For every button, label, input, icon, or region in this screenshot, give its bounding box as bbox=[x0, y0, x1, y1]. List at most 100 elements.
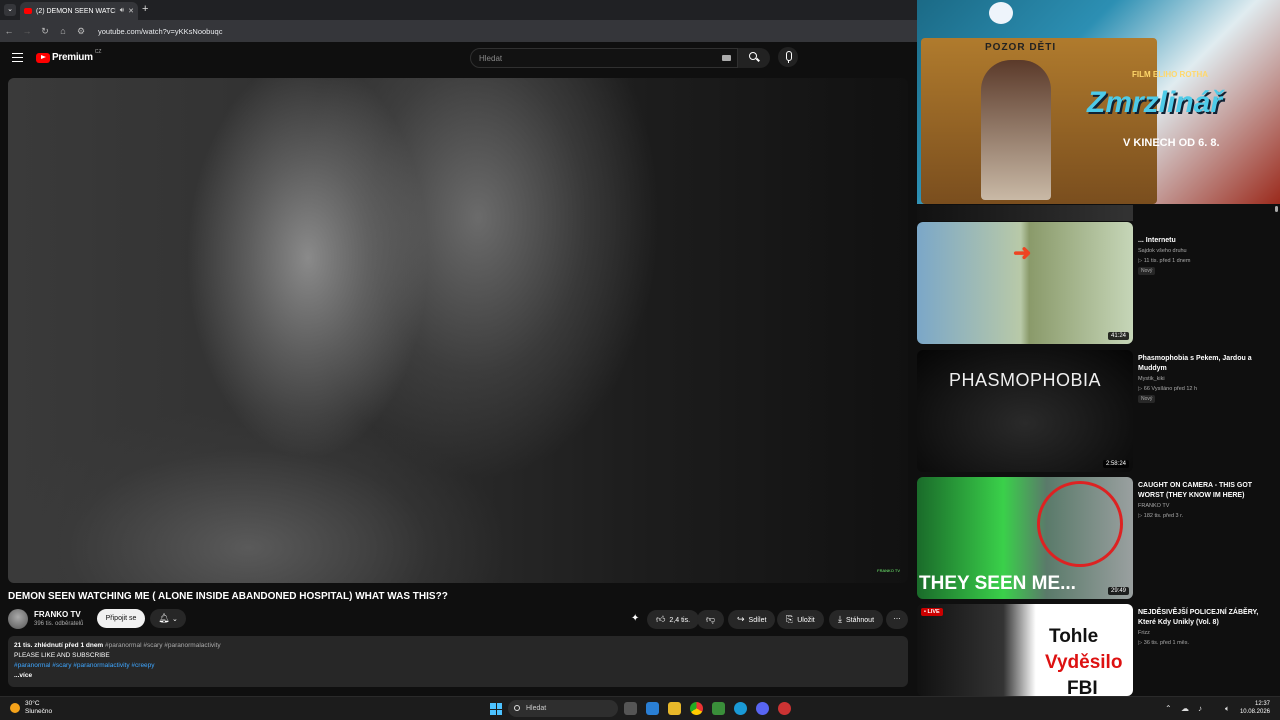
search-button[interactable] bbox=[738, 48, 770, 68]
thumbnail-text-3: FBI bbox=[1067, 678, 1098, 696]
tab-list-button[interactable]: ⌄ bbox=[4, 4, 16, 16]
thumbnail-text: PHASMOPHOBIA bbox=[949, 370, 1102, 390]
channel-avatar[interactable] bbox=[8, 609, 28, 629]
voice-search-icon[interactable] bbox=[778, 47, 798, 67]
tab-close-icon[interactable]: ✕ bbox=[128, 7, 134, 15]
mic-icon[interactable]: ♪ bbox=[1198, 704, 1202, 713]
recommendation-item[interactable]: THEY SEEN ME... 29:49 CAUGHT ON CAMERA -… bbox=[917, 477, 1280, 599]
reload-icon[interactable]: ↻ bbox=[36, 26, 54, 37]
video-thumbnail[interactable]: ➜ 41:24 bbox=[917, 222, 1133, 344]
taskbar-search-label: Hledat bbox=[526, 705, 547, 712]
save-button[interactable]: ⎘ Uložit bbox=[777, 610, 824, 629]
store-icon[interactable] bbox=[712, 702, 725, 715]
speaker-icon[interactable]: 🔊︎ bbox=[120, 7, 124, 15]
join-button[interactable]: Připojit se bbox=[97, 609, 145, 628]
video-duration: 2:58:24 bbox=[1102, 460, 1129, 468]
ad-release: V KINECH OD 6. 8. bbox=[1123, 137, 1220, 149]
recommendation-item[interactable]: ➜ 41:24 ... Internetu Sajdok všeho druhu… bbox=[917, 222, 1280, 346]
recommendation-title: CAUGHT ON CAMERA - THIS GOT WORST (THEY … bbox=[1138, 482, 1253, 499]
recommendation-channel[interactable]: Frizz bbox=[1138, 630, 1150, 636]
cloud-icon[interactable]: ☁ bbox=[1181, 704, 1189, 713]
live-badge: • LIVE bbox=[921, 608, 943, 616]
more-icon: ⋯ bbox=[893, 616, 901, 623]
browser-tab[interactable]: (2) DEMON SEEN WATCHIN 🔊︎ ✕ bbox=[20, 2, 138, 20]
speaker-tray-icon[interactable]: 🔈︎ bbox=[1225, 704, 1230, 714]
channel-name[interactable]: FRANKO TV bbox=[34, 610, 81, 619]
inline-hashtags[interactable]: #paranormal #scary #paranormalactivity bbox=[105, 642, 221, 649]
task-view-icon[interactable] bbox=[624, 702, 637, 715]
bell-icon: 🔔︎ bbox=[158, 613, 170, 623]
recommendation-meta: ▷ 66 Vysíláno před 12 h bbox=[1138, 386, 1198, 392]
taskbar-search[interactable]: Hledat bbox=[508, 700, 618, 717]
recommendation-title: Phasmophobia s Pekem, Jardou a Muddym bbox=[1138, 355, 1252, 372]
dislike-button[interactable]: 👎︎ bbox=[697, 610, 725, 629]
recommendation-item[interactable]: PHASMOPHOBIA 2:58:24 Phasmophobia s Peke… bbox=[917, 350, 1280, 472]
country-code: CZ bbox=[94, 48, 102, 55]
new-badge: Nový bbox=[1138, 267, 1156, 275]
video-player[interactable]: FRANKO TV bbox=[8, 78, 908, 583]
chevron-down-icon: ⌄ bbox=[172, 616, 178, 623]
search-input[interactable]: Hledat bbox=[470, 48, 738, 68]
red-circle bbox=[1037, 481, 1123, 567]
video-thumbnail[interactable]: • LIVE Tohle Vyděsilo FBI bbox=[917, 604, 1133, 696]
keyboard-icon[interactable] bbox=[722, 55, 731, 61]
recommendation-channel[interactable]: Sajdok všeho druhu bbox=[1138, 248, 1187, 254]
site-info-icon[interactable]: ⚙︎ bbox=[72, 26, 90, 37]
download-button[interactable]: ⤓ Stáhnout bbox=[829, 610, 884, 629]
youtube-favicon-icon bbox=[24, 8, 32, 14]
recommendation-channel[interactable]: Mystik_kiki bbox=[1138, 376, 1165, 382]
ad-poster: POZOR DĚTI bbox=[921, 38, 1157, 204]
description-box[interactable]: 21 tis. zhlédnutí před 1 dnem #paranorma… bbox=[8, 636, 908, 687]
scrollbar-thumb[interactable] bbox=[1275, 206, 1278, 212]
new-tab-button[interactable]: + bbox=[142, 3, 148, 15]
thumbnail-text-1: Tohle bbox=[1049, 626, 1099, 647]
menu-icon[interactable] bbox=[12, 53, 23, 62]
recommendation-meta: ▷ 11 tis. před 1 dnem bbox=[1138, 258, 1191, 264]
weather-widget[interactable]: 30°C Slunečno bbox=[25, 700, 52, 716]
forward-icon[interactable]: → bbox=[18, 26, 36, 36]
view-stats: 21 tis. zhlédnutí před 1 dnem bbox=[14, 642, 104, 649]
edge-icon[interactable] bbox=[734, 702, 747, 715]
recommendation-channel[interactable]: FRANKO TV bbox=[1138, 503, 1169, 509]
weather-condition: Slunečno bbox=[25, 708, 53, 715]
weather-sun-icon[interactable] bbox=[10, 703, 20, 713]
ad-banner[interactable]: POZOR DĚTI FILM ELIHO ROTHA Zmrzlinář V … bbox=[917, 0, 1280, 204]
discord-icon[interactable] bbox=[756, 702, 769, 715]
clock[interactable]: 12:37 10.08.2026 bbox=[1240, 700, 1270, 716]
like-count: 2,4 tis. bbox=[669, 617, 691, 624]
recommendation-item[interactable]: • LIVE Tohle Vyděsilo FBI NEJDĚSIVĚJŠÍ P… bbox=[917, 604, 1280, 696]
video-thumbnail[interactable]: THEY SEEN ME... 29:49 bbox=[917, 477, 1133, 599]
search-icon bbox=[514, 705, 520, 711]
back-icon[interactable]: ← bbox=[0, 26, 18, 36]
chrome-icon[interactable] bbox=[690, 702, 703, 715]
more-actions-button[interactable]: ⋯ bbox=[886, 610, 908, 629]
recommendation-title: NEJDĚSIVĚJŠÍ POLICEJNÍ ZÁBĚRY, Které Kdy… bbox=[1138, 609, 1259, 626]
mail-icon[interactable] bbox=[646, 702, 659, 715]
notification-bell-button[interactable]: 🔔︎ ⌄ bbox=[150, 609, 186, 628]
youtube-logo[interactable]: Premium CZ bbox=[36, 48, 102, 63]
like-button[interactable]: 👍︎ 2,4 tis. bbox=[647, 610, 700, 629]
url-field[interactable]: youtube.com/watch?v=yKKsNoobuqc bbox=[98, 27, 222, 36]
description-hashtags[interactable]: #paranormal #scary #paranormalactivity #… bbox=[14, 661, 902, 671]
search-icon bbox=[749, 52, 757, 60]
app-icon[interactable] bbox=[778, 702, 791, 715]
bookmark-icon: ⎘ bbox=[786, 614, 794, 624]
search-placeholder: Hledat bbox=[479, 54, 503, 63]
video-thumbnail[interactable]: PHASMOPHOBIA 2:58:24 bbox=[917, 350, 1133, 472]
sparkle-icon[interactable]: ✦ bbox=[631, 613, 639, 624]
clock-time: 12:37 bbox=[1254, 701, 1270, 707]
video-duration: 29:49 bbox=[1107, 587, 1129, 595]
ad-film-label: FILM ELIHO ROTHA bbox=[1132, 70, 1208, 79]
description-text: PLEASE LIKE AND SUBSCRIBE bbox=[14, 652, 110, 659]
show-more-link[interactable]: ...více bbox=[14, 671, 902, 681]
ad-title: Zmrzlinář bbox=[1087, 86, 1223, 119]
recommendation-title: ... Internetu bbox=[1138, 237, 1176, 244]
windows-start-icon[interactable] bbox=[490, 703, 502, 715]
logo-text: Premium bbox=[52, 52, 93, 63]
share-button[interactable]: ↪ Sdílet bbox=[728, 610, 776, 629]
home-icon[interactable]: ⌂ bbox=[54, 26, 72, 36]
tray-chevron-icon[interactable]: ⌃ bbox=[1165, 704, 1172, 713]
share-label: Sdílet bbox=[748, 617, 767, 624]
clock-date: 10.08.2026 bbox=[1239, 709, 1270, 715]
file-explorer-icon[interactable] bbox=[668, 702, 681, 715]
